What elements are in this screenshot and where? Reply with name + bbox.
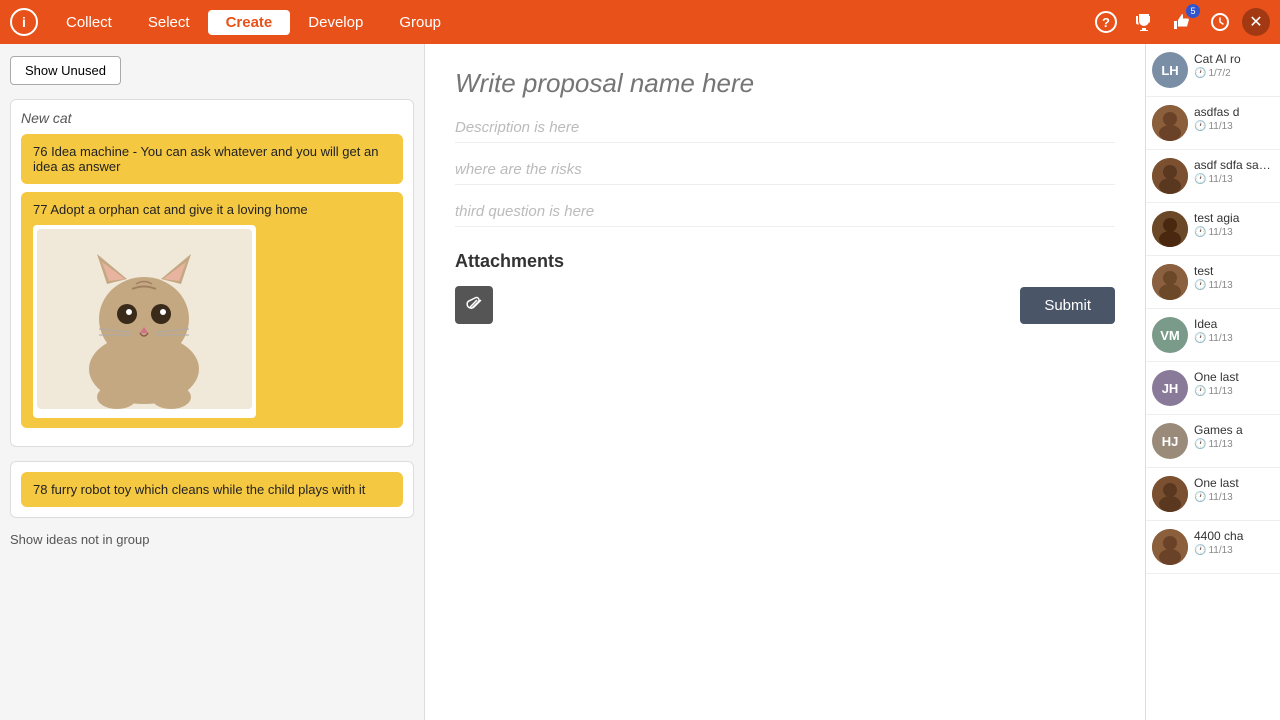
group-box-new-cat: New cat 76 Idea machine - You can ask wh… [10, 99, 414, 447]
avatar: JH [1152, 370, 1188, 406]
clock-icon: 🕐 [1194, 174, 1206, 185]
nav-links: Collect Select Create Develop Group [48, 10, 459, 35]
right-title: One last [1194, 370, 1274, 384]
clock-icon: 🕐 [1194, 333, 1206, 344]
right-date: 🕐 11/13 [1194, 121, 1274, 132]
show-not-in-group[interactable]: Show ideas not in group [10, 532, 414, 547]
right-date: 🕐 11/13 [1194, 545, 1274, 556]
clock-icon: 🕐 [1194, 492, 1206, 503]
right-date: 🕐 1/7/2 [1194, 68, 1274, 79]
list-item[interactable]: One last 🕐 11/13 [1146, 468, 1280, 521]
clock-icon: 🕐 [1194, 121, 1206, 132]
attachments-section: Attachments Submit [455, 251, 1115, 324]
trophy-icon-btn[interactable] [1128, 6, 1160, 38]
clock-icon-btn[interactable] [1204, 6, 1236, 38]
list-item[interactable]: LH Cat AI ro 🕐 1/7/2 [1146, 44, 1280, 97]
idea-card-76[interactable]: 76 Idea machine - You can ask whatever a… [21, 134, 403, 184]
right-title: test [1194, 264, 1274, 278]
right-content: asdf sdfa safd sad 🕐 11/13 [1194, 158, 1274, 185]
right-panel: LH Cat AI ro 🕐 1/7/2 asdfas d 🕐 11/13 [1145, 44, 1280, 720]
submit-button[interactable]: Submit [1020, 287, 1115, 324]
list-item[interactable]: test agia 🕐 11/13 [1146, 203, 1280, 256]
right-title: Idea [1194, 317, 1274, 331]
badge-count: 5 [1186, 4, 1200, 18]
avatar [1152, 529, 1188, 565]
right-content: 4400 cha 🕐 11/13 [1194, 529, 1274, 556]
top-nav: i Collect Select Create Develop Group ? … [0, 0, 1280, 44]
svg-text:?: ? [1102, 15, 1110, 30]
right-date: 🕐 11/13 [1194, 439, 1274, 450]
right-content: test 🕐 11/13 [1194, 264, 1274, 291]
avatar: LH [1152, 52, 1188, 88]
nav-right: ? 5 ✕ [1090, 6, 1270, 38]
right-content: One last 🕐 11/13 [1194, 370, 1274, 397]
right-content: Idea 🕐 11/13 [1194, 317, 1274, 344]
right-title: Cat AI ro [1194, 52, 1274, 66]
show-unused-button[interactable]: Show Unused [10, 56, 121, 85]
list-item[interactable]: VM Idea 🕐 11/13 [1146, 309, 1280, 362]
nav-group[interactable]: Group [381, 10, 459, 35]
clock-icon: 🕐 [1194, 68, 1206, 79]
clock-icon: 🕐 [1194, 545, 1206, 556]
right-date: 🕐 11/13 [1194, 333, 1274, 344]
question-3: third question is here [455, 203, 1115, 227]
right-title: asdfas d [1194, 105, 1274, 119]
list-item[interactable]: JH One last 🕐 11/13 [1146, 362, 1280, 415]
attach-icon-btn[interactable] [455, 286, 493, 324]
right-title: test agia [1194, 211, 1274, 225]
right-content: asdfas d 🕐 11/13 [1194, 105, 1274, 132]
list-item[interactable]: 4400 cha 🕐 11/13 [1146, 521, 1280, 574]
info-icon[interactable]: i [10, 8, 38, 36]
list-item[interactable]: asdf sdfa safd sad 🕐 11/13 [1146, 150, 1280, 203]
right-date: 🕐 11/13 [1194, 227, 1274, 238]
group-title: New cat [21, 110, 403, 126]
question-1: Description is here [455, 119, 1115, 143]
right-title: 4400 cha [1194, 529, 1274, 543]
right-date: 🕐 11/13 [1194, 492, 1274, 503]
main-layout: Show Unused New cat 76 Idea machine - Yo… [0, 44, 1280, 720]
avatar [1152, 476, 1188, 512]
right-date: 🕐 11/13 [1194, 386, 1274, 397]
right-date: 🕐 11/13 [1194, 280, 1274, 291]
avatar [1152, 211, 1188, 247]
idea-card-78[interactable]: 78 furry robot toy which cleans while th… [21, 472, 403, 507]
idea-card-77-text: 77 Adopt a orphan cat and give it a lovi… [33, 202, 391, 217]
clock-icon: 🕐 [1194, 227, 1206, 238]
clock-icon: 🕐 [1194, 280, 1206, 291]
nav-select[interactable]: Select [130, 10, 208, 35]
clock-icon: 🕐 [1194, 386, 1206, 397]
right-content: test agia 🕐 11/13 [1194, 211, 1274, 238]
right-title: One last [1194, 476, 1274, 490]
right-title: Games a [1194, 423, 1274, 437]
center-panel: Description is here where are the risks … [425, 44, 1145, 720]
right-content: Games a 🕐 11/13 [1194, 423, 1274, 450]
avatar [1152, 105, 1188, 141]
question-2: where are the risks [455, 161, 1115, 185]
list-item[interactable]: asdfas d 🕐 11/13 [1146, 97, 1280, 150]
left-panel: Show Unused New cat 76 Idea machine - Yo… [0, 44, 425, 720]
thumbs-up-icon-btn[interactable]: 5 [1166, 6, 1198, 38]
nav-develop[interactable]: Develop [290, 10, 381, 35]
list-item[interactable]: HJ Games a 🕐 11/13 [1146, 415, 1280, 468]
attachments-header: Attachments [455, 251, 1115, 272]
proposal-name-input[interactable] [455, 68, 1115, 99]
right-title: asdf sdfa safd sad [1194, 158, 1274, 172]
right-date: 🕐 11/13 [1194, 174, 1274, 185]
avatar: HJ [1152, 423, 1188, 459]
close-btn[interactable]: ✕ [1242, 8, 1270, 36]
attachments-row: Submit [455, 286, 1115, 324]
nav-collect[interactable]: Collect [48, 10, 130, 35]
right-content: Cat AI ro 🕐 1/7/2 [1194, 52, 1274, 79]
avatar: VM [1152, 317, 1188, 353]
group-box-78: 78 furry robot toy which cleans while th… [10, 461, 414, 518]
list-item[interactable]: test 🕐 11/13 [1146, 256, 1280, 309]
avatar [1152, 264, 1188, 300]
help-icon-btn[interactable]: ? [1090, 6, 1122, 38]
avatar [1152, 158, 1188, 194]
idea-card-77[interactable]: 77 Adopt a orphan cat and give it a lovi… [21, 192, 403, 428]
nav-create[interactable]: Create [208, 10, 291, 35]
cat-image-container [33, 225, 256, 418]
right-content: One last 🕐 11/13 [1194, 476, 1274, 503]
clock-icon: 🕐 [1194, 439, 1206, 450]
